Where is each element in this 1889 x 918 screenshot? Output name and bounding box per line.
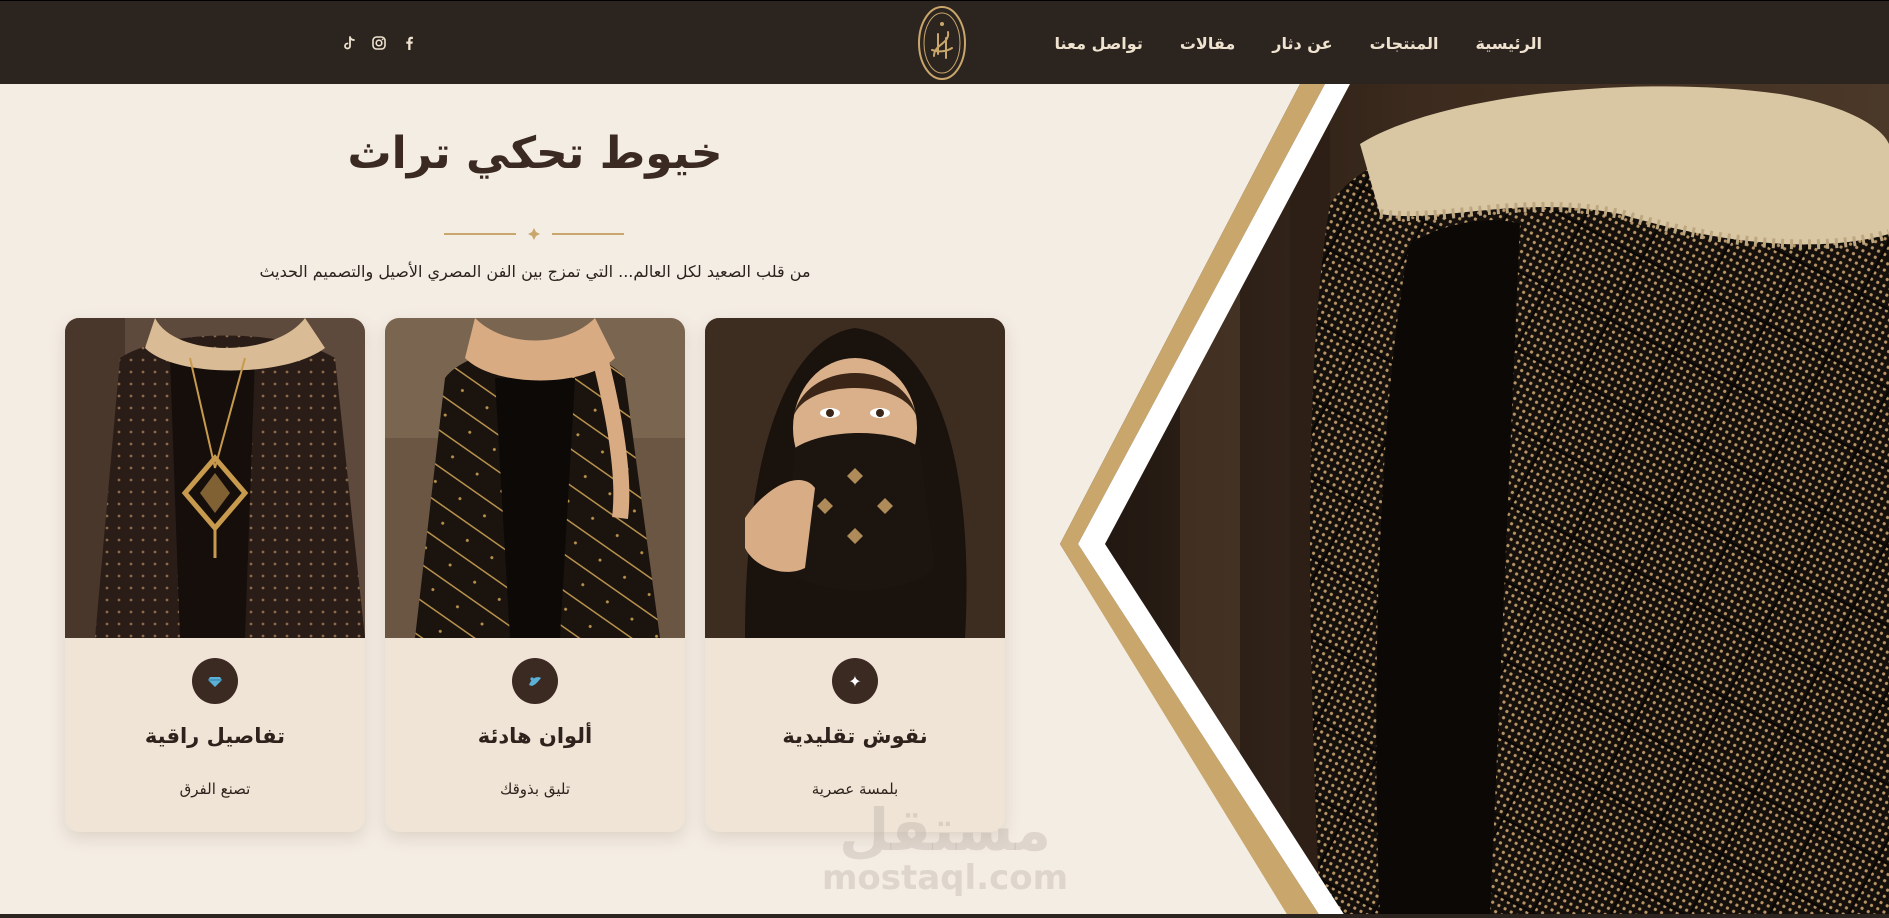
card-image (385, 318, 685, 638)
feature-card[interactable]: ألوان هادئة تليق بذوقك (385, 318, 685, 832)
nav-item-articles[interactable]: مقالات (1180, 34, 1235, 53)
top-navbar: الرئيسية المنتجات عن دثار مقالات تواصل م… (0, 0, 1889, 84)
card-title: نقوش تقليدية (782, 724, 928, 748)
card-title: تفاصيل راقية (144, 724, 286, 748)
watermark-latin: mostaql.com (821, 858, 1069, 898)
hero-title: خيوط تحكي تراث (347, 128, 723, 179)
card-image (65, 318, 365, 638)
nav-item-home[interactable]: الرئيسية (1476, 34, 1543, 53)
sparkle-icon: ✦ (832, 658, 878, 704)
watermark: مستقل mostaql.com (820, 800, 1070, 896)
feature-cards: ✦ نقوش تقليدية بلمسة عصرية ألوان هادئة ت… (65, 318, 1005, 836)
watermark-arabic: مستقل (838, 796, 1052, 864)
instagram-icon[interactable] (370, 34, 388, 52)
brand-logo[interactable] (916, 4, 968, 82)
feature-card[interactable]: تفاصيل راقية تصنع الفرق (65, 318, 365, 832)
bottom-border (0, 914, 1889, 918)
title-ornament (444, 228, 624, 240)
card-description: تليق بذوقك (499, 780, 571, 798)
nav-item-contact[interactable]: تواصل معنا (1055, 34, 1143, 53)
feature-card[interactable]: ✦ نقوش تقليدية بلمسة عصرية (705, 318, 1005, 832)
card-title: ألوان هادئة (477, 724, 593, 748)
main-nav: الرئيسية المنتجات عن دثار مقالات تواصل م… (1055, 1, 1542, 85)
hero-subtitle: من قلب الصعيد لكل العالم... التي تمزج بي… (259, 262, 811, 281)
card-image (705, 318, 1005, 638)
facebook-icon[interactable] (400, 34, 418, 52)
nav-item-about[interactable]: عن دثار (1272, 34, 1332, 53)
palette-icon (512, 658, 558, 704)
nav-item-products[interactable]: المنتجات (1370, 34, 1439, 53)
tiktok-icon[interactable] (340, 34, 358, 52)
diamond-icon (192, 658, 238, 704)
gold-chevron-divider (1010, 84, 1350, 916)
card-description: تصنع الفرق (179, 780, 251, 798)
social-links (340, 31, 418, 55)
